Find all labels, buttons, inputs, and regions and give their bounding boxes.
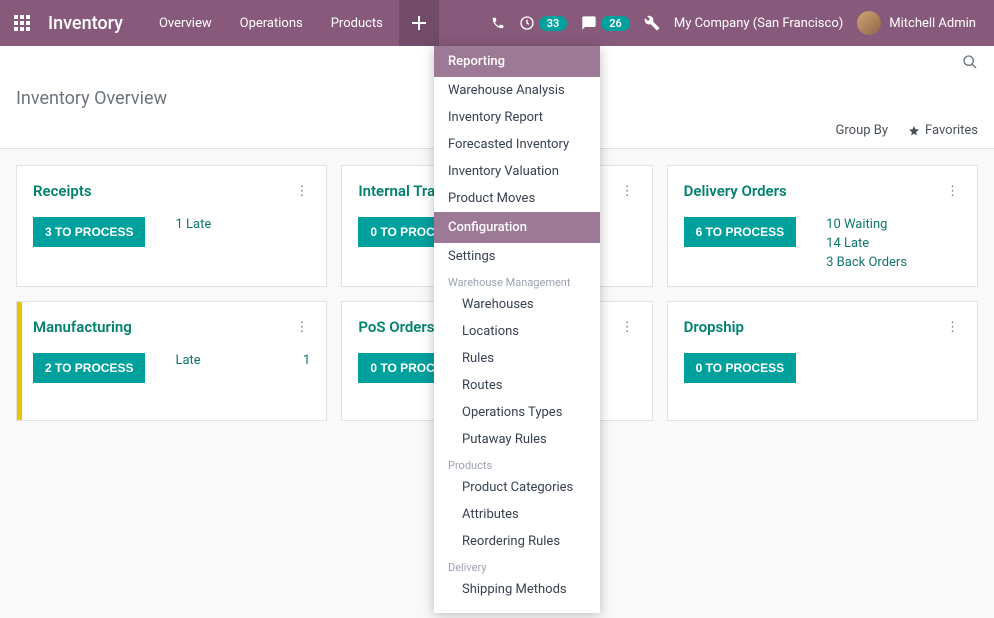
dropdown-menu: Reporting Warehouse Analysis Inventory R… bbox=[434, 46, 600, 613]
user-name: Mitchell Admin bbox=[889, 16, 976, 31]
card-menu-icon[interactable]: ⋮ bbox=[293, 182, 310, 201]
card-menu-icon[interactable]: ⋮ bbox=[293, 318, 310, 337]
dropdown-subhead-wm: Warehouse Management bbox=[434, 270, 600, 291]
menu-settings[interactable]: Settings bbox=[434, 243, 600, 270]
phone-icon[interactable] bbox=[491, 16, 505, 30]
card-menu-icon[interactable]: ⋮ bbox=[619, 182, 636, 201]
activity-icon[interactable]: 33 bbox=[519, 15, 568, 31]
menu-forecasted-inventory[interactable]: Forecasted Inventory bbox=[434, 131, 600, 158]
brand-title[interactable]: Inventory bbox=[38, 13, 147, 34]
card-title[interactable]: PoS Orders bbox=[358, 318, 434, 336]
process-button[interactable]: 2 TO PROCESS bbox=[33, 353, 145, 383]
menu-routes[interactable]: Routes bbox=[434, 372, 600, 399]
dropdown-subhead-products: Products bbox=[434, 453, 600, 474]
apps-icon[interactable] bbox=[6, 7, 38, 39]
nav-link-operations[interactable]: Operations bbox=[228, 10, 315, 37]
avatar bbox=[857, 11, 881, 35]
nav-link-overview[interactable]: Overview bbox=[147, 10, 224, 37]
plus-button[interactable] bbox=[399, 0, 439, 46]
card-menu-icon[interactable]: ⋮ bbox=[944, 182, 961, 201]
menu-attributes[interactable]: Attributes bbox=[434, 501, 600, 528]
messaging-badge: 26 bbox=[601, 16, 630, 31]
menu-warehouse-analysis[interactable]: Warehouse Analysis bbox=[434, 77, 600, 104]
menu-rules[interactable]: Rules bbox=[434, 345, 600, 372]
user-menu[interactable]: Mitchell Admin bbox=[857, 11, 976, 35]
menu-reordering-rules[interactable]: Reordering Rules bbox=[434, 528, 600, 555]
favorites-button[interactable]: Favorites bbox=[908, 123, 978, 138]
card-menu-icon[interactable]: ⋮ bbox=[619, 318, 636, 337]
card-menu-icon[interactable]: ⋮ bbox=[944, 318, 961, 337]
card-manufacturing: Manufacturing ⋮ 2 TO PROCESS Late 1 bbox=[16, 301, 327, 421]
settings-icon[interactable] bbox=[644, 15, 660, 31]
process-button[interactable]: 6 TO PROCESS bbox=[684, 217, 796, 247]
stat-late[interactable]: 1 Late bbox=[175, 217, 211, 232]
messaging-icon[interactable]: 26 bbox=[581, 15, 630, 31]
menu-product-categories[interactable]: Product Categories bbox=[434, 474, 600, 501]
stat-waiting[interactable]: 10 Waiting bbox=[826, 217, 907, 232]
dropdown-header-reporting: Reporting bbox=[434, 46, 600, 77]
card-delivery-orders: Delivery Orders ⋮ 6 TO PROCESS 10 Waitin… bbox=[667, 165, 978, 287]
card-dropship: Dropship ⋮ 0 TO PROCESS bbox=[667, 301, 978, 421]
stat-late[interactable]: Late 1 bbox=[175, 353, 310, 368]
stat-late[interactable]: 14 Late bbox=[826, 236, 907, 251]
card-title[interactable]: Manufacturing bbox=[33, 318, 132, 336]
card-title[interactable]: Receipts bbox=[33, 182, 92, 200]
menu-locations[interactable]: Locations bbox=[434, 318, 600, 345]
menu-warehouses[interactable]: Warehouses bbox=[434, 291, 600, 318]
top-nav: Inventory Overview Operations Products 3… bbox=[0, 0, 994, 46]
stat-backorders[interactable]: 3 Back Orders bbox=[826, 255, 907, 270]
menu-operations-types[interactable]: Operations Types bbox=[434, 399, 600, 426]
dropdown-header-configuration: Configuration bbox=[434, 212, 600, 243]
card-title[interactable]: Dropship bbox=[684, 318, 744, 336]
group-by-button[interactable]: Group By bbox=[836, 123, 889, 138]
topnav-right: 33 26 My Company (San Francisco) Mitchel… bbox=[491, 0, 994, 46]
menu-inventory-report[interactable]: Inventory Report bbox=[434, 104, 600, 131]
card-title[interactable]: Delivery Orders bbox=[684, 182, 787, 200]
dropdown-subhead-delivery: Delivery bbox=[434, 555, 600, 576]
nav-link-products[interactable]: Products bbox=[319, 10, 395, 37]
company-selector[interactable]: My Company (San Francisco) bbox=[674, 16, 843, 31]
search-icon[interactable] bbox=[958, 50, 982, 74]
menu-putaway-rules[interactable]: Putaway Rules bbox=[434, 426, 600, 453]
nav-links: Overview Operations Products bbox=[147, 10, 395, 37]
menu-inventory-valuation[interactable]: Inventory Valuation bbox=[434, 158, 600, 185]
process-button[interactable]: 0 TO PROCESS bbox=[684, 353, 796, 383]
menu-product-moves[interactable]: Product Moves bbox=[434, 185, 600, 212]
process-button[interactable]: 3 TO PROCESS bbox=[33, 217, 145, 247]
activity-badge: 33 bbox=[539, 16, 568, 31]
menu-shipping-methods[interactable]: Shipping Methods bbox=[434, 576, 600, 603]
card-receipts: Receipts ⋮ 3 TO PROCESS 1 Late bbox=[16, 165, 327, 287]
